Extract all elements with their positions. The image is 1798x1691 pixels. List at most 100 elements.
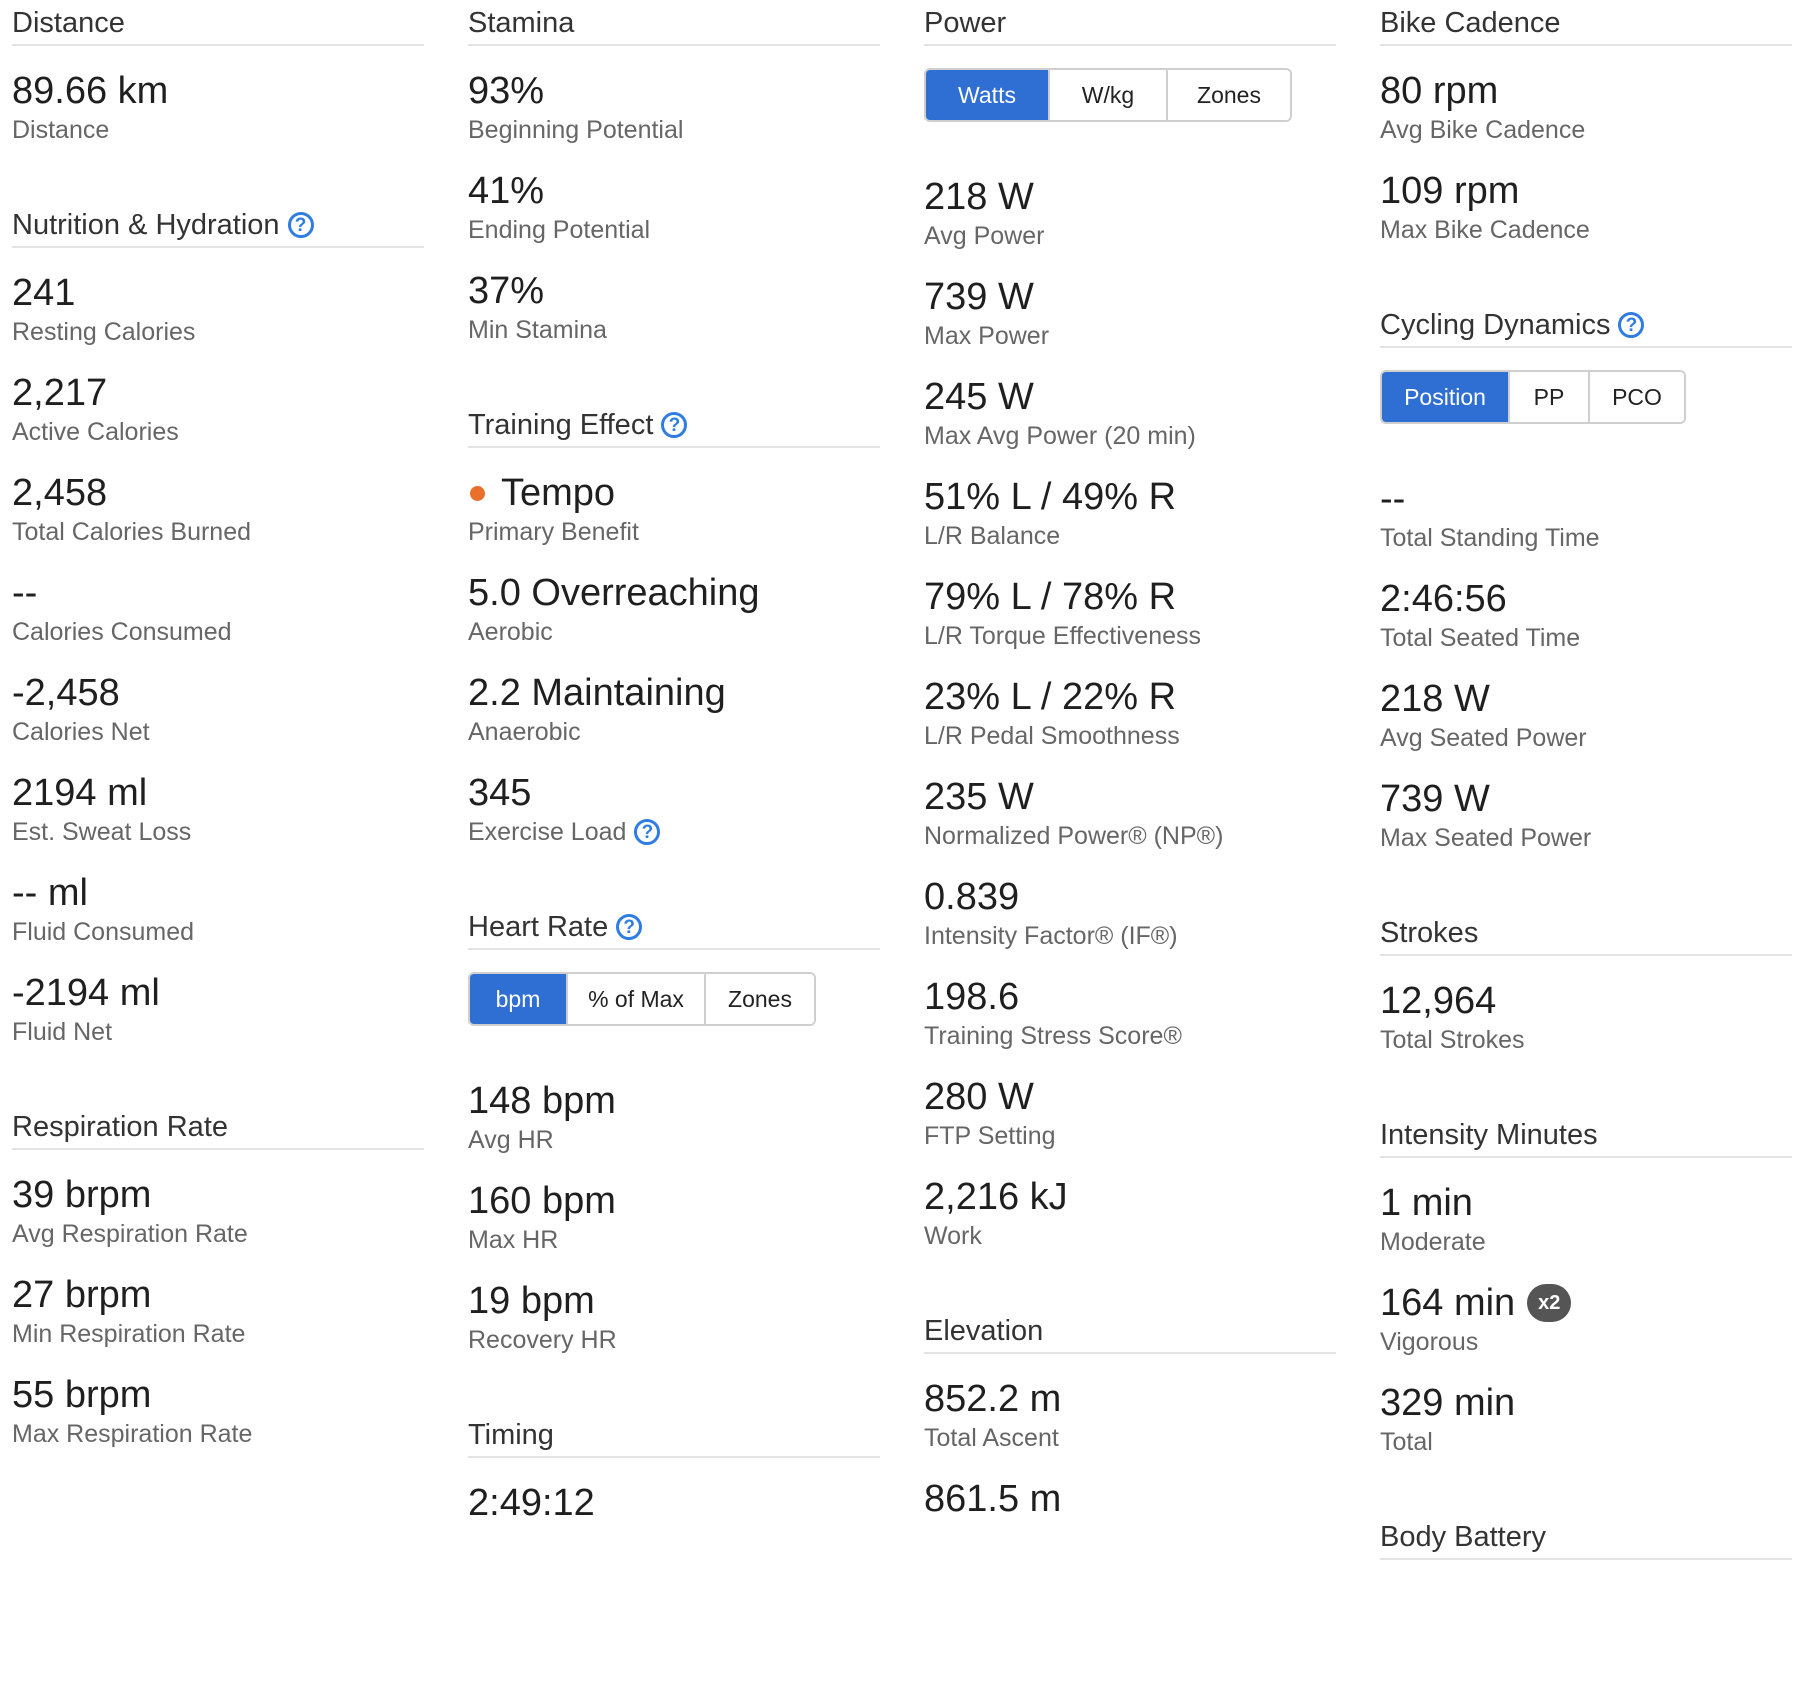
help-icon[interactable]: ? bbox=[1618, 312, 1645, 338]
section-title-cadence: Bike Cadence bbox=[1380, 0, 1792, 46]
stat-primary-benefit: Tempo Primary Benefit bbox=[468, 470, 880, 548]
stat-value: 55 brpm bbox=[12, 1374, 152, 1416]
stat-active-calories: 2,217 Active Calories bbox=[12, 370, 424, 448]
stat-label: Max Bike Cadence bbox=[1380, 216, 1590, 244]
stat-label: Est. Sweat Loss bbox=[12, 818, 192, 846]
stat-value: -2194 ml bbox=[12, 972, 160, 1014]
stat-value: 2.2 Maintaining bbox=[468, 672, 726, 714]
stat-value: 2,458 bbox=[12, 472, 108, 514]
help-icon[interactable]: ? bbox=[634, 819, 661, 845]
stat-label: Avg Bike Cadence bbox=[1380, 116, 1586, 144]
help-icon[interactable]: ? bbox=[616, 914, 643, 940]
stat-value: -- ml bbox=[12, 872, 88, 914]
stat-label: Total Standing Time bbox=[1380, 524, 1600, 552]
stat-label: Exercise Load bbox=[468, 818, 627, 846]
stat-label: Vigorous bbox=[1380, 1328, 1479, 1356]
tab-pco[interactable]: PCO bbox=[1588, 372, 1684, 422]
stat-label: Total Ascent bbox=[924, 1424, 1059, 1452]
stat-value: 739 W bbox=[1380, 778, 1490, 820]
stat-resting-calories: 241 Resting Calories bbox=[12, 270, 424, 348]
stat-label: Recovery HR bbox=[468, 1326, 617, 1354]
stat-recovery-hr: 19 bpm Recovery HR bbox=[468, 1278, 880, 1356]
column-1: Distance 89.66 km Distance Nutrition & H… bbox=[12, 0, 424, 1450]
stat-exercise-load: 345 Exercise Load? bbox=[468, 770, 880, 848]
stat-value: 2:46:56 bbox=[1380, 578, 1507, 620]
stat-value: 852.2 m bbox=[924, 1378, 1062, 1420]
training-effect-section: Training Effect ? Tempo Primary Benefit … bbox=[468, 402, 880, 848]
tab-bpm[interactable]: bpm bbox=[470, 974, 566, 1024]
section-title-strokes: Strokes bbox=[1380, 910, 1792, 956]
stat-label: L/R Balance bbox=[924, 522, 1061, 550]
stat-ending-potential: 41% Ending Potential bbox=[468, 168, 880, 246]
section-title-training-effect: Training Effect ? bbox=[468, 402, 880, 448]
help-icon[interactable]: ? bbox=[661, 412, 688, 438]
tab-zones[interactable]: Zones bbox=[704, 974, 814, 1024]
stat-lr-balance: 51% L / 49% R L/R Balance bbox=[924, 474, 1336, 552]
stat-value: 739 W bbox=[924, 276, 1034, 318]
stat-label: Total Strokes bbox=[1380, 1026, 1525, 1054]
stat-avg-cadence: 80 rpm Avg Bike Cadence bbox=[1380, 68, 1792, 146]
cycling-dynamics-section: Cycling Dynamics ? Position PP PCO -- Tot… bbox=[1380, 302, 1792, 854]
stamina-section: Stamina 93% Beginning Potential 41% Ending… bbox=[468, 0, 880, 346]
stat-fluid-consumed: -- ml Fluid Consumed bbox=[12, 870, 424, 948]
tab-w-per-kg[interactable]: W/kg bbox=[1048, 70, 1166, 120]
hr-unit-toggle: bpm % of Max Zones bbox=[468, 972, 816, 1026]
stat-value: 218 W bbox=[924, 176, 1034, 218]
heart-rate-section: Heart Rate ? bpm % of Max Zones 148 bpm A… bbox=[468, 904, 880, 1356]
elevation-section: Elevation 852.2 m Total Ascent 861.5 m bbox=[924, 1308, 1336, 1522]
stat-value: 12,964 bbox=[1380, 980, 1497, 1022]
stat-min-stamina: 37% Min Stamina bbox=[468, 268, 880, 346]
stat-label: Min Stamina bbox=[468, 316, 607, 344]
tab-position[interactable]: Position bbox=[1382, 372, 1508, 422]
stat-intensity-factor: 0.839 Intensity Factor® (IF®) bbox=[924, 874, 1336, 952]
stat-value: 245 W bbox=[924, 376, 1034, 418]
stat-label: Calories Consumed bbox=[12, 618, 232, 646]
stat-value: 345 bbox=[468, 772, 532, 814]
stat-elevation-next: 861.5 m bbox=[924, 1476, 1336, 1522]
stat-distance: 89.66 km Distance bbox=[12, 68, 424, 146]
help-icon[interactable]: ? bbox=[287, 212, 314, 238]
stat-total-strokes: 12,964 Total Strokes bbox=[1380, 978, 1792, 1056]
stat-value: 0.839 bbox=[924, 876, 1020, 918]
stat-label: Avg Power bbox=[924, 222, 1045, 250]
distance-section: Distance 89.66 km Distance bbox=[12, 0, 424, 146]
tab-pp[interactable]: PP bbox=[1508, 372, 1588, 422]
stat-beginning-potential: 93% Beginning Potential bbox=[468, 68, 880, 146]
stat-work: 2,216 kJ Work bbox=[924, 1174, 1336, 1252]
intensity-minutes-section: Intensity Minutes 1 min Moderate 164 min x… bbox=[1380, 1112, 1792, 1458]
tab-watts[interactable]: Watts bbox=[926, 70, 1048, 120]
tab-percent-of-max[interactable]: % of Max bbox=[566, 974, 704, 1024]
stat-total-ascent: 852.2 m Total Ascent bbox=[924, 1376, 1336, 1454]
stat-value: 27 brpm bbox=[12, 1274, 152, 1316]
stat-moderate: 1 min Moderate bbox=[1380, 1180, 1792, 1258]
column-3: Power Watts W/kg Zones 218 W Avg Power 73… bbox=[924, 0, 1336, 1522]
dynamics-toggle: Position PP PCO bbox=[1380, 370, 1686, 424]
stat-value: 80 rpm bbox=[1380, 70, 1499, 112]
cadence-section: Bike Cadence 80 rpm Avg Bike Cadence 109 … bbox=[1380, 0, 1792, 246]
stat-value: 39 brpm bbox=[12, 1174, 152, 1216]
stat-value: Tempo bbox=[501, 472, 616, 514]
column-4: Bike Cadence 80 rpm Avg Bike Cadence 109 … bbox=[1380, 0, 1792, 1560]
section-title-cycling-dynamics: Cycling Dynamics ? bbox=[1380, 302, 1792, 348]
stat-lr-smoothness: 23% L / 22% R L/R Pedal Smoothness bbox=[924, 674, 1336, 752]
stat-anaerobic: 2.2 Maintaining Anaerobic bbox=[468, 670, 880, 748]
stat-value: 2,217 bbox=[12, 372, 108, 414]
stat-value: 2194 ml bbox=[12, 772, 148, 814]
stat-value: 89.66 km bbox=[12, 70, 169, 112]
stat-value: 2,216 kJ bbox=[924, 1176, 1068, 1218]
stat-label: Active Calories bbox=[12, 418, 179, 446]
stat-label: Calories Net bbox=[12, 718, 150, 746]
stat-label: L/R Pedal Smoothness bbox=[924, 722, 1180, 750]
stat-avg-seated-power: 218 W Avg Seated Power bbox=[1380, 676, 1792, 754]
multiplier-badge: x2 bbox=[1527, 1284, 1572, 1322]
stat-value: 41% bbox=[468, 170, 545, 212]
section-title-heart-rate: Heart Rate ? bbox=[468, 904, 880, 950]
stat-value: 280 W bbox=[924, 1076, 1034, 1118]
tab-zones[interactable]: Zones bbox=[1166, 70, 1290, 120]
stat-value: 235 W bbox=[924, 776, 1034, 818]
stat-avg-power: 218 W Avg Power bbox=[924, 174, 1336, 252]
stat-label: Training Stress Score® bbox=[924, 1022, 1182, 1050]
stat-value: -- bbox=[12, 572, 38, 614]
stat-label: Total Seated Time bbox=[1380, 624, 1581, 652]
stat-label: Resting Calories bbox=[12, 318, 196, 346]
